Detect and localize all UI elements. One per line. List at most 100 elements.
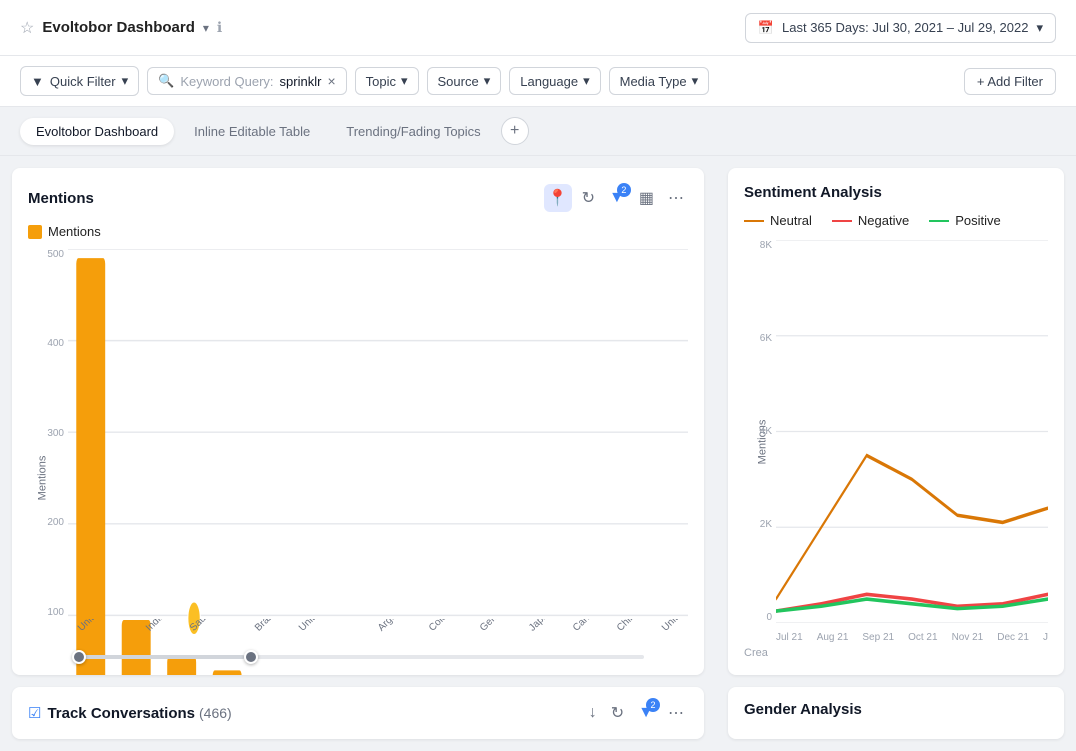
bar-chart-button[interactable]: ▦	[635, 186, 658, 210]
date-range-button[interactable]: 📅 Last 365 Days: Jul 30, 2021 – Jul 29, …	[745, 13, 1056, 43]
star-icon[interactable]: ☆	[20, 18, 34, 38]
filter-badge-container: ▼ 2	[605, 187, 629, 209]
sentiment-x-labels: Jul 21 Aug 21 Sep 21 Oct 21 Nov 21 Dec 2…	[776, 632, 1048, 643]
refresh-button[interactable]: ↻	[578, 186, 599, 210]
sort-button[interactable]: ↓	[585, 702, 601, 724]
quick-filter-chevron: ▾	[122, 73, 129, 89]
track-filter-badge: ▼ 2	[634, 702, 658, 724]
top-header: ☆ Evoltobor Dashboard ▾ ℹ 📅 Last 365 Day…	[0, 0, 1076, 56]
x-dec21: Dec 21	[997, 632, 1029, 643]
source-filter[interactable]: Source ▾	[427, 67, 502, 95]
bottom-row: ☑ Track Conversations (466) ↓ ↻ ▼ 2 ⋯ Ge…	[0, 687, 1076, 751]
sentiment-svg	[776, 240, 1048, 623]
mentions-card-header: Mentions 📍 ↻ ▼ 2 ▦ ⋯	[28, 184, 688, 212]
mentions-card: Mentions 📍 ↻ ▼ 2 ▦ ⋯ Mentions	[12, 168, 704, 675]
track-actions: ↓ ↻ ▼ 2 ⋯	[585, 701, 688, 725]
tab-trending-fading-topics[interactable]: Trending/Fading Topics	[330, 118, 496, 145]
date-range-text: Last 365 Days: Jul 30, 2021 – Jul 29, 20…	[782, 20, 1028, 35]
filter-icon: ▼	[31, 74, 44, 89]
keyword-remove-button[interactable]: ×	[327, 74, 335, 88]
media-type-filter-label: Media Type	[620, 74, 687, 89]
slider-fill	[72, 655, 244, 659]
x-j: J	[1043, 632, 1048, 643]
x-axis-labels: United States India Saudi Arabia Brazil Unit…	[68, 619, 688, 675]
positive-legend: Positive	[929, 213, 1001, 228]
header-left: ☆ Evoltobor Dashboard ▾ ℹ	[20, 18, 222, 38]
dashboard-title: Evoltobor Dashboard	[42, 19, 195, 36]
y-label-400: 400	[28, 338, 68, 349]
track-title-group: ☑ Track Conversations (466)	[28, 704, 232, 722]
mentions-legend-label: Mentions	[48, 224, 101, 239]
topic-filter[interactable]: Topic ▾	[355, 67, 419, 95]
negative-legend-line	[832, 220, 852, 222]
track-more-button[interactable]: ⋯	[664, 701, 688, 725]
x-label: Brazil	[253, 619, 278, 634]
add-tab-button[interactable]: +	[501, 117, 529, 145]
x-sep21: Sep 21	[862, 632, 894, 643]
y-axis-labels: 0 100 200 300 400 500	[28, 249, 68, 675]
sentiment-credit: Crea	[744, 647, 1048, 659]
positive-legend-label: Positive	[955, 213, 1001, 228]
add-filter-label: + Add Filter	[977, 74, 1043, 89]
track-conversations-title: Track Conversations	[47, 705, 195, 722]
slider-right-thumb[interactable]	[244, 650, 258, 664]
x-label: Argentina	[376, 619, 414, 634]
bar-chart-container: Mentions 0 100 200 300 400 500	[28, 249, 688, 675]
pin-view-button[interactable]: 📍	[544, 184, 572, 212]
x-label: United Arab Emirates	[660, 619, 688, 634]
mentions-legend: Mentions	[28, 224, 688, 239]
more-options-button[interactable]: ⋯	[664, 186, 688, 210]
gender-header: Gender Analysis	[744, 701, 1048, 718]
tabs-bar: Evoltobor Dashboard Inline Editable Tabl…	[0, 107, 1076, 156]
slider-left-thumb[interactable]	[72, 650, 86, 664]
neutral-legend-label: Neutral	[770, 213, 812, 228]
media-type-filter[interactable]: Media Type ▾	[609, 67, 710, 95]
source-chevron-icon: ▾	[484, 73, 491, 89]
language-filter-label: Language	[520, 74, 578, 89]
keyword-label: Keyword Query:	[180, 74, 273, 89]
negative-legend: Negative	[832, 213, 909, 228]
sent-y-4k: 4K	[744, 426, 776, 437]
topic-chevron-icon: ▾	[401, 73, 408, 89]
y-label-200: 200	[28, 517, 68, 528]
quick-filter-button[interactable]: ▼ Quick Filter ▾	[20, 66, 139, 96]
dashboard-chevron[interactable]: ▾	[203, 21, 209, 35]
keyword-filter-tag: 🔍 Keyword Query: sprinklr ×	[147, 67, 346, 95]
slider-track[interactable]	[72, 655, 644, 659]
source-filter-label: Source	[438, 74, 479, 89]
track-conversations-header: ☑ Track Conversations (466) ↓ ↻ ▼ 2 ⋯	[28, 701, 688, 725]
checkbox-icon: ☑	[28, 704, 41, 722]
pin-icon: 📍	[548, 188, 568, 208]
filter-bar: ▼ Quick Filter ▾ 🔍 Keyword Query: sprink…	[0, 56, 1076, 107]
info-icon[interactable]: ℹ	[217, 19, 222, 36]
mentions-actions: 📍 ↻ ▼ 2 ▦ ⋯	[544, 184, 688, 212]
language-filter[interactable]: Language ▾	[509, 67, 600, 95]
x-nov21: Nov 21	[952, 632, 984, 643]
y-label-100: 100	[28, 607, 68, 618]
negative-legend-label: Negative	[858, 213, 909, 228]
x-label: Saudi Arabia	[188, 619, 236, 634]
sentiment-y-labels: 0 2K 4K 6K 8K	[744, 240, 776, 623]
topic-filter-label: Topic	[366, 74, 396, 89]
y-label-300: 300	[28, 428, 68, 439]
x-label: India	[144, 619, 167, 634]
language-chevron-icon: ▾	[583, 73, 590, 89]
track-refresh-button[interactable]: ↻	[607, 701, 628, 725]
tab-inline-editable-table[interactable]: Inline Editable Table	[178, 118, 326, 145]
x-label: Colombia	[427, 619, 465, 634]
y-label-500: 500	[28, 249, 68, 260]
positive-legend-line	[929, 220, 949, 222]
quick-filter-label: Quick Filter	[50, 74, 116, 89]
x-label: China	[615, 619, 641, 634]
sentiment-card: Sentiment Analysis Neutral Negative Posi…	[728, 168, 1064, 675]
sent-y-6k: 6K	[744, 333, 776, 344]
x-oct21: Oct 21	[908, 632, 937, 643]
search-icon: 🔍	[158, 73, 174, 89]
x-label: Germany	[478, 619, 515, 634]
sentiment-chart-container: Mentions 0 2K 4K 6K 8K	[744, 240, 1048, 643]
gender-title: Gender Analysis	[744, 701, 862, 718]
main-content: Mentions 📍 ↻ ▼ 2 ▦ ⋯ Mentions	[0, 156, 1076, 687]
x-label: United States	[76, 619, 126, 634]
add-filter-button[interactable]: + Add Filter	[964, 68, 1056, 95]
tab-evoltobor-dashboard[interactable]: Evoltobor Dashboard	[20, 118, 174, 145]
